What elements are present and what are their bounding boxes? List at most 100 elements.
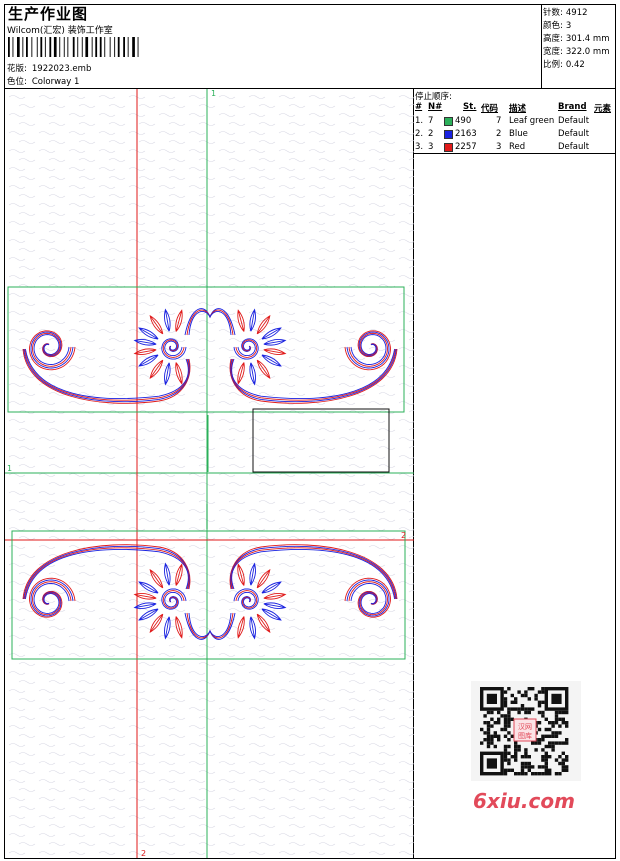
qr-module [486,727,491,732]
qr-module [527,768,531,772]
petal-leaf [138,581,159,594]
qr-module [527,765,531,769]
qr-module [510,717,514,721]
stats-divider [541,4,542,88]
qr-module [561,721,565,725]
qr-module [507,751,511,755]
qr-module [537,727,542,732]
qr-module [517,744,521,749]
qr-module [544,727,548,732]
qr-module [480,727,484,732]
row-code: 3 [496,142,502,152]
row-description: Leaf green [509,116,555,126]
qr-module [527,710,531,715]
qr-module [548,744,552,749]
row-brand: Default [558,116,590,126]
qr-module [486,710,491,715]
row-needle: 7 [428,116,434,126]
petal-leaf [133,593,157,600]
qr-module [490,724,494,728]
page-title: 生产作业图 [8,5,89,23]
barcode-bar [85,37,89,57]
qr-module [503,744,508,749]
qr-module [507,744,511,749]
qr-module [534,693,538,698]
qr-module [565,721,569,725]
qr-module [517,690,521,694]
petal-leaf [263,593,287,600]
stat-height: 高度: 301.4 mm [543,32,609,44]
petal-leaf [256,315,271,335]
qr-module [517,772,521,776]
qr-module [507,738,511,742]
qr-module [507,721,511,725]
qr-module [483,721,487,725]
qr-module [486,721,491,725]
barcode-bar [81,37,83,57]
qr-module [503,724,508,728]
qr-module [520,707,525,711]
qr-module [497,738,501,742]
qr-module [520,693,525,698]
qr-module [558,717,562,721]
barcode-bar [53,37,57,57]
qr-code: 汉网图库 [471,681,581,781]
row-code: 7 [496,116,502,126]
qr-module [514,748,518,752]
qr-module [548,755,552,759]
center-spiral [164,591,183,608]
qr-module [490,741,494,745]
qr-module [493,731,497,735]
qr-module [490,738,494,742]
qr-module [561,768,565,772]
qr-module [554,714,559,718]
embroidery-design-canvas [5,89,414,858]
qr-module [548,768,552,772]
qr-module [507,758,511,762]
qr-module [520,768,525,772]
barcode-bar [44,37,46,57]
petal-leaf [175,362,183,385]
qr-module [544,761,548,766]
petal-leaf [237,362,245,385]
qr-module [524,772,528,776]
center-arch [188,612,232,637]
qr-module [486,741,491,745]
stat-value: 301.4 mm [565,34,610,44]
qr-module [507,731,511,735]
qr-module [483,714,487,718]
barcode-bar [137,37,139,57]
barcode-bar [114,37,116,57]
qr-module [490,710,494,715]
qr-module [541,758,545,762]
barcode-bar [12,37,14,57]
scroll-spiral [33,334,70,365]
qr-module [527,755,531,759]
qr-module [524,710,528,715]
qr-module [503,697,508,701]
qr-module [503,748,508,752]
qr-module [510,734,514,738]
guide-label-bottom: 2 [141,849,147,858]
petal-leaf [164,308,171,332]
qr-module [558,724,562,728]
qr-module [520,765,525,769]
qr-module [524,707,528,711]
qr-module [514,697,518,701]
petal-leaf [261,354,282,367]
qr-module [517,707,521,711]
qr-module [517,748,521,752]
qr-module [514,744,518,749]
qr-module [554,758,559,762]
qr-module [544,755,548,759]
qr-module [510,693,514,698]
qr-module [551,721,555,725]
qr-module [524,748,528,752]
qr-module [558,731,562,735]
petal-leaf [237,309,245,332]
petal-leaf [237,563,245,586]
qr-module [554,731,559,735]
guide-label-top: 1 [211,89,217,98]
col-header-element: 元素 [594,104,612,114]
qr-module [558,755,562,759]
